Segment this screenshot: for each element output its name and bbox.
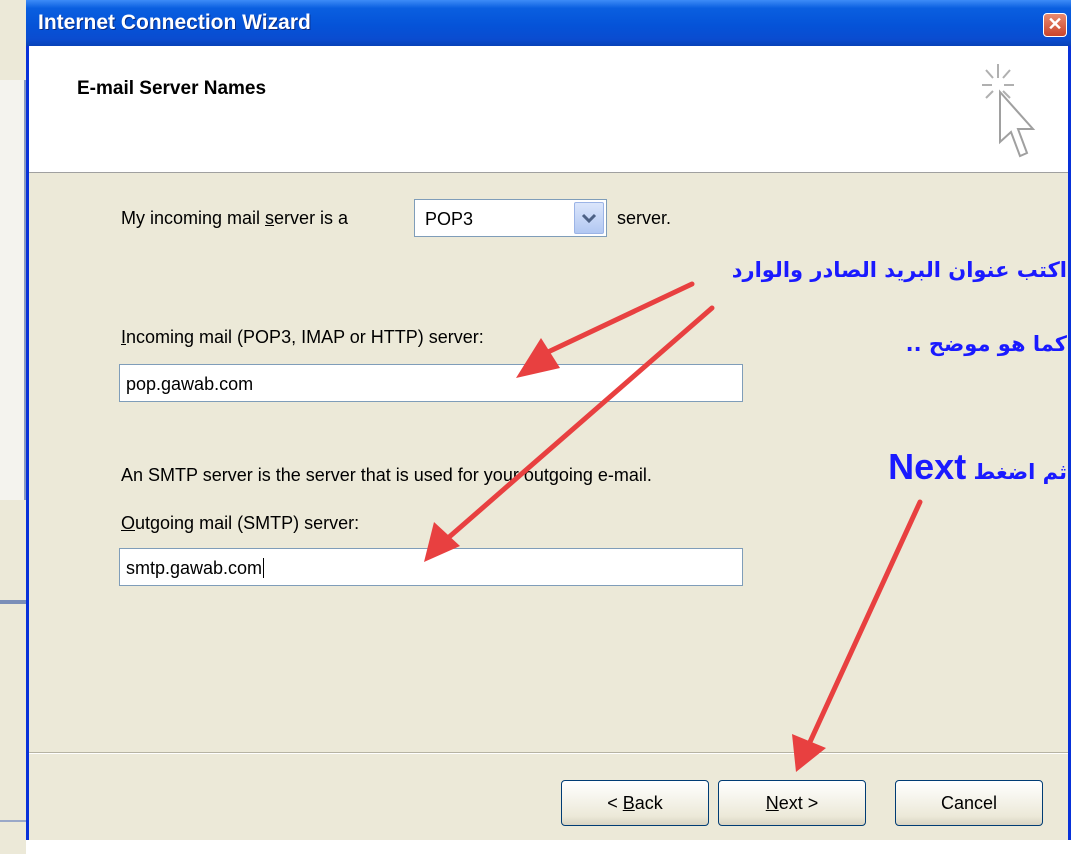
incoming-server-label: Incoming mail (POP3, IMAP or HTTP) serve…: [121, 327, 484, 347]
dropdown-button[interactable]: [574, 202, 604, 234]
window-title: Internet Connection Wizard: [38, 11, 311, 34]
outgoing-server-input[interactable]: smtp.gawab.com: [119, 548, 743, 586]
page-title: E-mail Server Names: [77, 78, 267, 99]
incoming-type-label: My incoming mail server is a: [121, 208, 349, 228]
text-cursor: [263, 558, 265, 578]
wizard-header: E-mail Server Names: [29, 46, 1068, 173]
close-icon: ✕: [1047, 14, 1063, 34]
annotation-line-1: اكتب عنوان البريد الصادر والوارد: [731, 258, 1067, 282]
background-window-divider: [0, 600, 26, 604]
server-suffix-label: server.: [617, 208, 672, 228]
title-bar[interactable]: Internet Connection Wizard ✕: [26, 0, 1071, 46]
background-window-divider: [0, 820, 26, 822]
smtp-info-text: An SMTP server is the server that is use…: [121, 465, 652, 485]
cancel-button[interactable]: Cancel: [895, 780, 1043, 826]
wizard-cursor-icon: [982, 64, 1036, 158]
outgoing-server-value: smtp.gawab.com: [126, 558, 263, 578]
chevron-down-icon: [581, 213, 597, 224]
background-window-panel: [0, 80, 26, 500]
background-window-edge: [0, 0, 26, 854]
back-button[interactable]: < Back: [561, 780, 709, 826]
footer-divider: [29, 752, 1068, 754]
outgoing-server-label: Outgoing mail (SMTP) server:: [121, 513, 360, 533]
incoming-server-input[interactable]: pop.gawab.com: [119, 364, 743, 402]
close-button[interactable]: ✕: [1043, 13, 1067, 37]
annotation-line-3: ثم اضغط Next: [888, 446, 1067, 487]
server-type-select[interactable]: POP3: [414, 199, 607, 237]
next-button[interactable]: Next >: [718, 780, 866, 826]
annotation-line-2: كما هو موضح ..: [905, 332, 1067, 356]
wizard-dialog: Internet Connection Wizard ✕ E-mail Serv…: [26, 0, 1071, 840]
server-type-value: POP3: [425, 209, 474, 229]
